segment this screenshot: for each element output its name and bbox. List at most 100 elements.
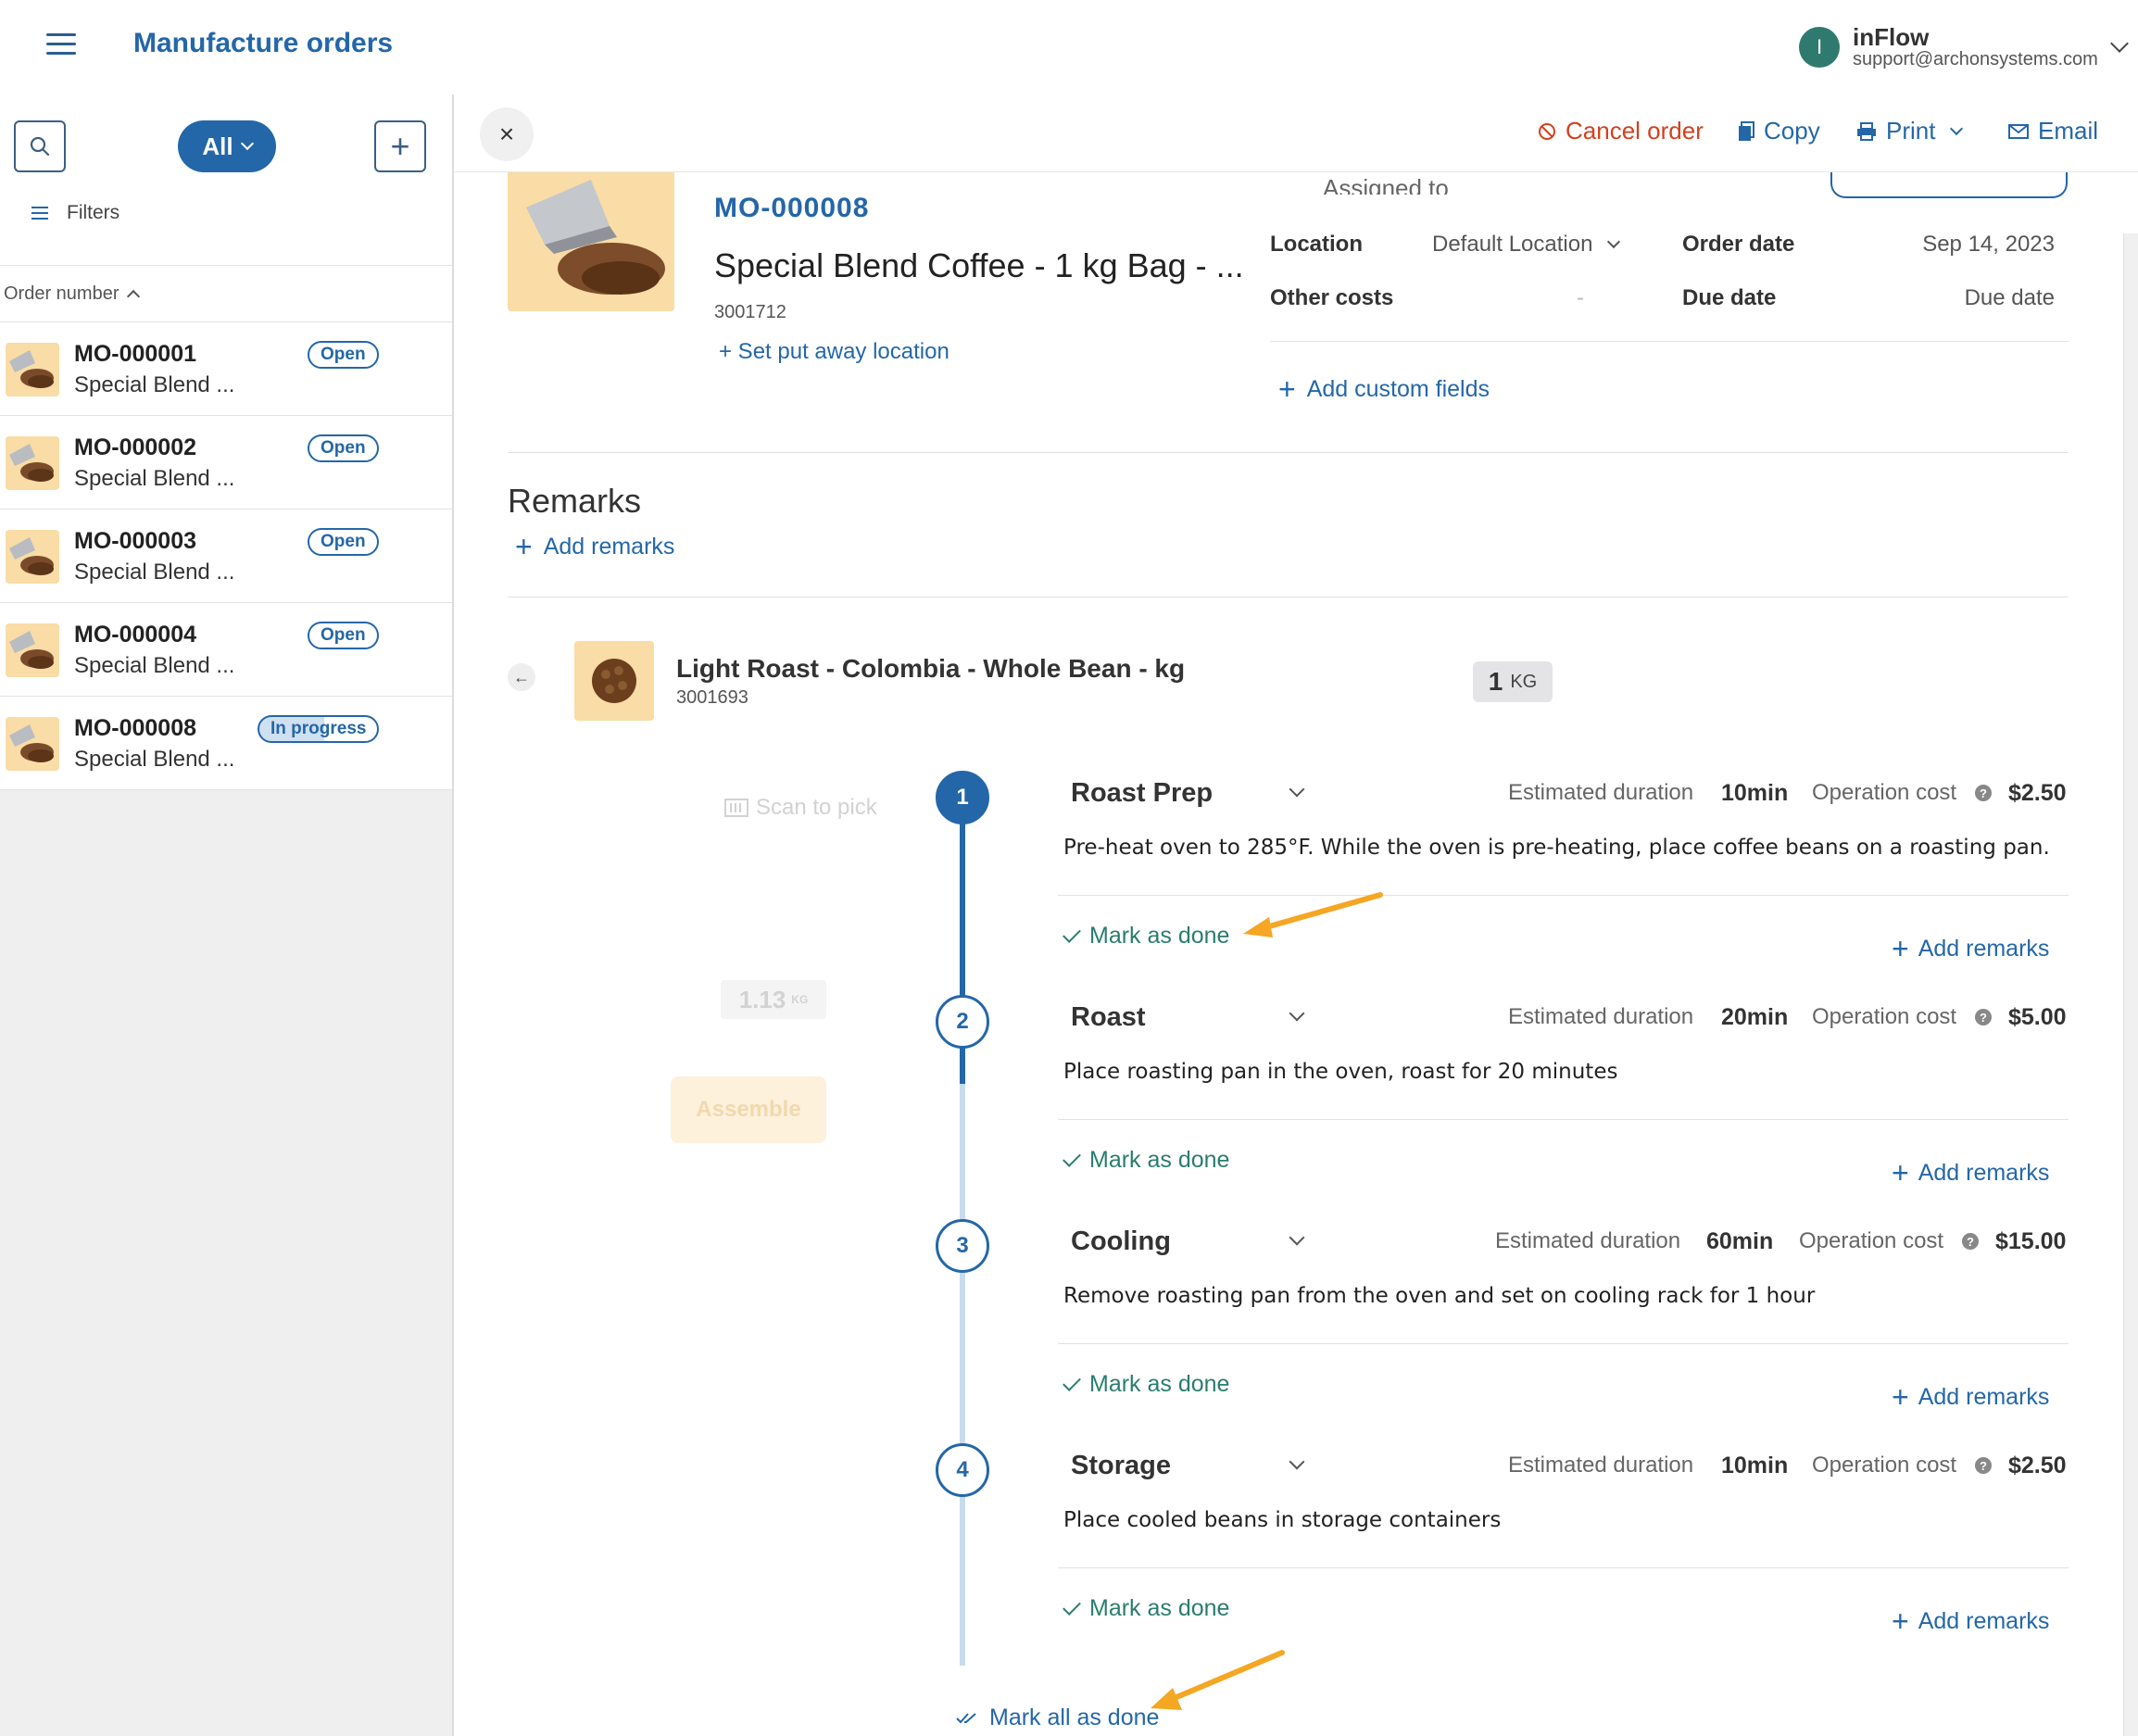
operation-cost-label: Operation cost (1799, 1228, 1944, 1253)
step-title[interactable]: Roast Prep (1071, 778, 1213, 809)
mark-as-done-button[interactable]: Mark as done (1063, 923, 1229, 950)
estimated-duration-label: Estimated duration (1508, 780, 1694, 805)
step-description: Place roasting pan in the oven, roast fo… (1063, 1060, 1618, 1084)
status-badge: Open (308, 622, 379, 649)
check-icon (1063, 1596, 1081, 1616)
step-title[interactable]: Storage (1071, 1451, 1171, 1481)
add-custom-fields-link[interactable]: + Add custom fields (1278, 374, 1490, 404)
coffee-beans-thumbnail (574, 641, 654, 721)
order-row[interactable]: MO-000002 Special Blend ... Open (0, 416, 452, 509)
order-product: Special Blend ... (74, 653, 235, 678)
mark-all-as-done-button[interactable]: Mark all as done (956, 1705, 1159, 1731)
mark-as-done-button[interactable]: Mark as done (1063, 1371, 1229, 1398)
chevron-down-icon[interactable] (1289, 1229, 1305, 1246)
estimated-duration-value[interactable]: 20min (1721, 1004, 1788, 1031)
copy-button[interactable]: Copy (1738, 117, 1820, 145)
operation-cost-value[interactable]: $5.00 (2008, 1004, 2067, 1031)
mark-as-done-button[interactable]: Mark as done (1063, 1147, 1229, 1174)
sort-order-number[interactable]: Order number (0, 265, 452, 322)
filter-dropdown[interactable]: All (178, 120, 276, 172)
chevron-up-icon (126, 289, 140, 304)
step-number: 4 (936, 1443, 989, 1497)
quantity-unit: KG (1510, 671, 1538, 692)
filter-dropdown-label: All (202, 132, 233, 160)
add-step-remarks-link[interactable]: + Add remarks (1892, 934, 2049, 963)
help-icon[interactable]: ? (1975, 1457, 1992, 1474)
product-name[interactable]: Special Blend Coffee - 1 kg Bag - ... (714, 246, 1244, 285)
filters-toggle[interactable]: Filters (31, 202, 119, 224)
operation-cost-label: Operation cost (1812, 780, 1957, 805)
due-date-input[interactable]: Due date (1843, 285, 2055, 311)
chevron-down-icon[interactable] (1289, 781, 1305, 798)
component-quantity: 1 KG (1473, 661, 1553, 702)
add-remarks-link[interactable]: + Add remarks (515, 532, 674, 561)
other-costs-value[interactable]: - (1547, 285, 1584, 311)
close-icon[interactable]: × (480, 107, 534, 161)
set-put-away-location-link[interactable]: + Set put away location (719, 339, 950, 365)
coffee-bag-thumbnail (6, 717, 59, 771)
search-button[interactable] (14, 120, 66, 172)
remarks-heading: Remarks (508, 482, 642, 520)
help-icon[interactable]: ? (1975, 1009, 1992, 1025)
divider (1270, 341, 2069, 342)
order-row[interactable]: MO-000003 Special Blend ... Open (0, 509, 452, 603)
order-row[interactable]: MO-000001 Special Blend ... Open (0, 322, 452, 416)
add-step-remarks-link[interactable]: + Add remarks (1892, 1606, 2049, 1636)
list-toolbar: All + Filters (0, 94, 452, 265)
chevron-down-icon[interactable] (1289, 1005, 1305, 1022)
component-row: ← Light Roast - Colombia - Whole Bean - … (508, 641, 2073, 724)
copy-icon (1739, 120, 1754, 141)
chevron-down-icon[interactable] (2109, 34, 2129, 53)
order-number[interactable]: MO-000008 (714, 193, 869, 224)
scrollbar[interactable] (2123, 233, 2138, 1736)
divider (1058, 1119, 2069, 1120)
menu-icon[interactable] (46, 33, 76, 57)
estimated-duration-value[interactable]: 60min (1706, 1228, 1773, 1255)
plus-icon: + (515, 530, 533, 563)
plus-icon: + (1892, 1604, 1909, 1638)
estimated-duration-value[interactable]: 10min (1721, 780, 1788, 807)
operation-cost-label: Operation cost (1812, 1004, 1957, 1029)
order-product: Special Blend ... (74, 560, 235, 585)
plus-icon: + (1892, 1380, 1909, 1414)
add-remarks-label: Add remarks (543, 533, 675, 560)
filters-label: Filters (67, 202, 120, 223)
location-label: Location (1270, 232, 1363, 257)
product-image (508, 170, 674, 311)
assigned-to-field[interactable]: Assigned to (1323, 174, 1449, 195)
add-step-remarks-link[interactable]: + Add remarks (1892, 1382, 2049, 1412)
cancel-order-button[interactable]: Cancel order (1538, 117, 1704, 145)
help-icon[interactable]: ? (1975, 785, 1992, 801)
order-row-selected[interactable]: MO-000008 Special Blend ... In progress (0, 697, 452, 790)
component-name[interactable]: Light Roast - Colombia - Whole Bean - kg (676, 654, 1185, 684)
arrow-left-icon[interactable]: ← (508, 663, 535, 691)
help-icon[interactable]: ? (1962, 1233, 1979, 1250)
order-row[interactable]: MO-000004 Special Blend ... Open (0, 603, 452, 697)
add-order-button[interactable]: + (374, 120, 426, 172)
divider (1058, 895, 2069, 896)
step-title[interactable]: Cooling (1071, 1227, 1171, 1257)
estimated-duration-value[interactable]: 10min (1721, 1453, 1788, 1479)
operation-cost-value[interactable]: $2.50 (2008, 780, 2067, 807)
mark-as-done-button[interactable]: Mark as done (1063, 1595, 1229, 1622)
user-menu[interactable]: I inFlow support@archonsystems.com (1786, 20, 2138, 74)
priority-dropdown[interactable] (1830, 170, 2068, 198)
timeline-track (960, 1084, 965, 1666)
status-badge: Open (308, 528, 379, 556)
step-title[interactable]: Roast (1071, 1002, 1146, 1033)
plus-icon: + (1892, 932, 1909, 965)
coffee-bag-thumbnail (6, 436, 59, 490)
chevron-down-icon[interactable] (1289, 1453, 1305, 1470)
step-description: Remove roasting pan from the oven and se… (1063, 1284, 1816, 1308)
operation-cost-value[interactable]: $2.50 (2008, 1453, 2067, 1479)
order-date-value[interactable]: Sep 14, 2023 (1843, 232, 2055, 258)
divider (508, 597, 2069, 598)
add-custom-fields-label: Add custom fields (1306, 375, 1490, 402)
add-step-remarks-link[interactable]: + Add remarks (1892, 1158, 2049, 1188)
location-select[interactable]: Default Location (1432, 232, 1621, 258)
order-number: MO-000001 (74, 341, 197, 367)
print-dropdown[interactable]: Print (1856, 117, 1964, 145)
email-button[interactable]: Email (2008, 117, 2098, 145)
component-sku: 3001693 (676, 687, 748, 708)
operation-cost-value[interactable]: $15.00 (1995, 1228, 2066, 1255)
